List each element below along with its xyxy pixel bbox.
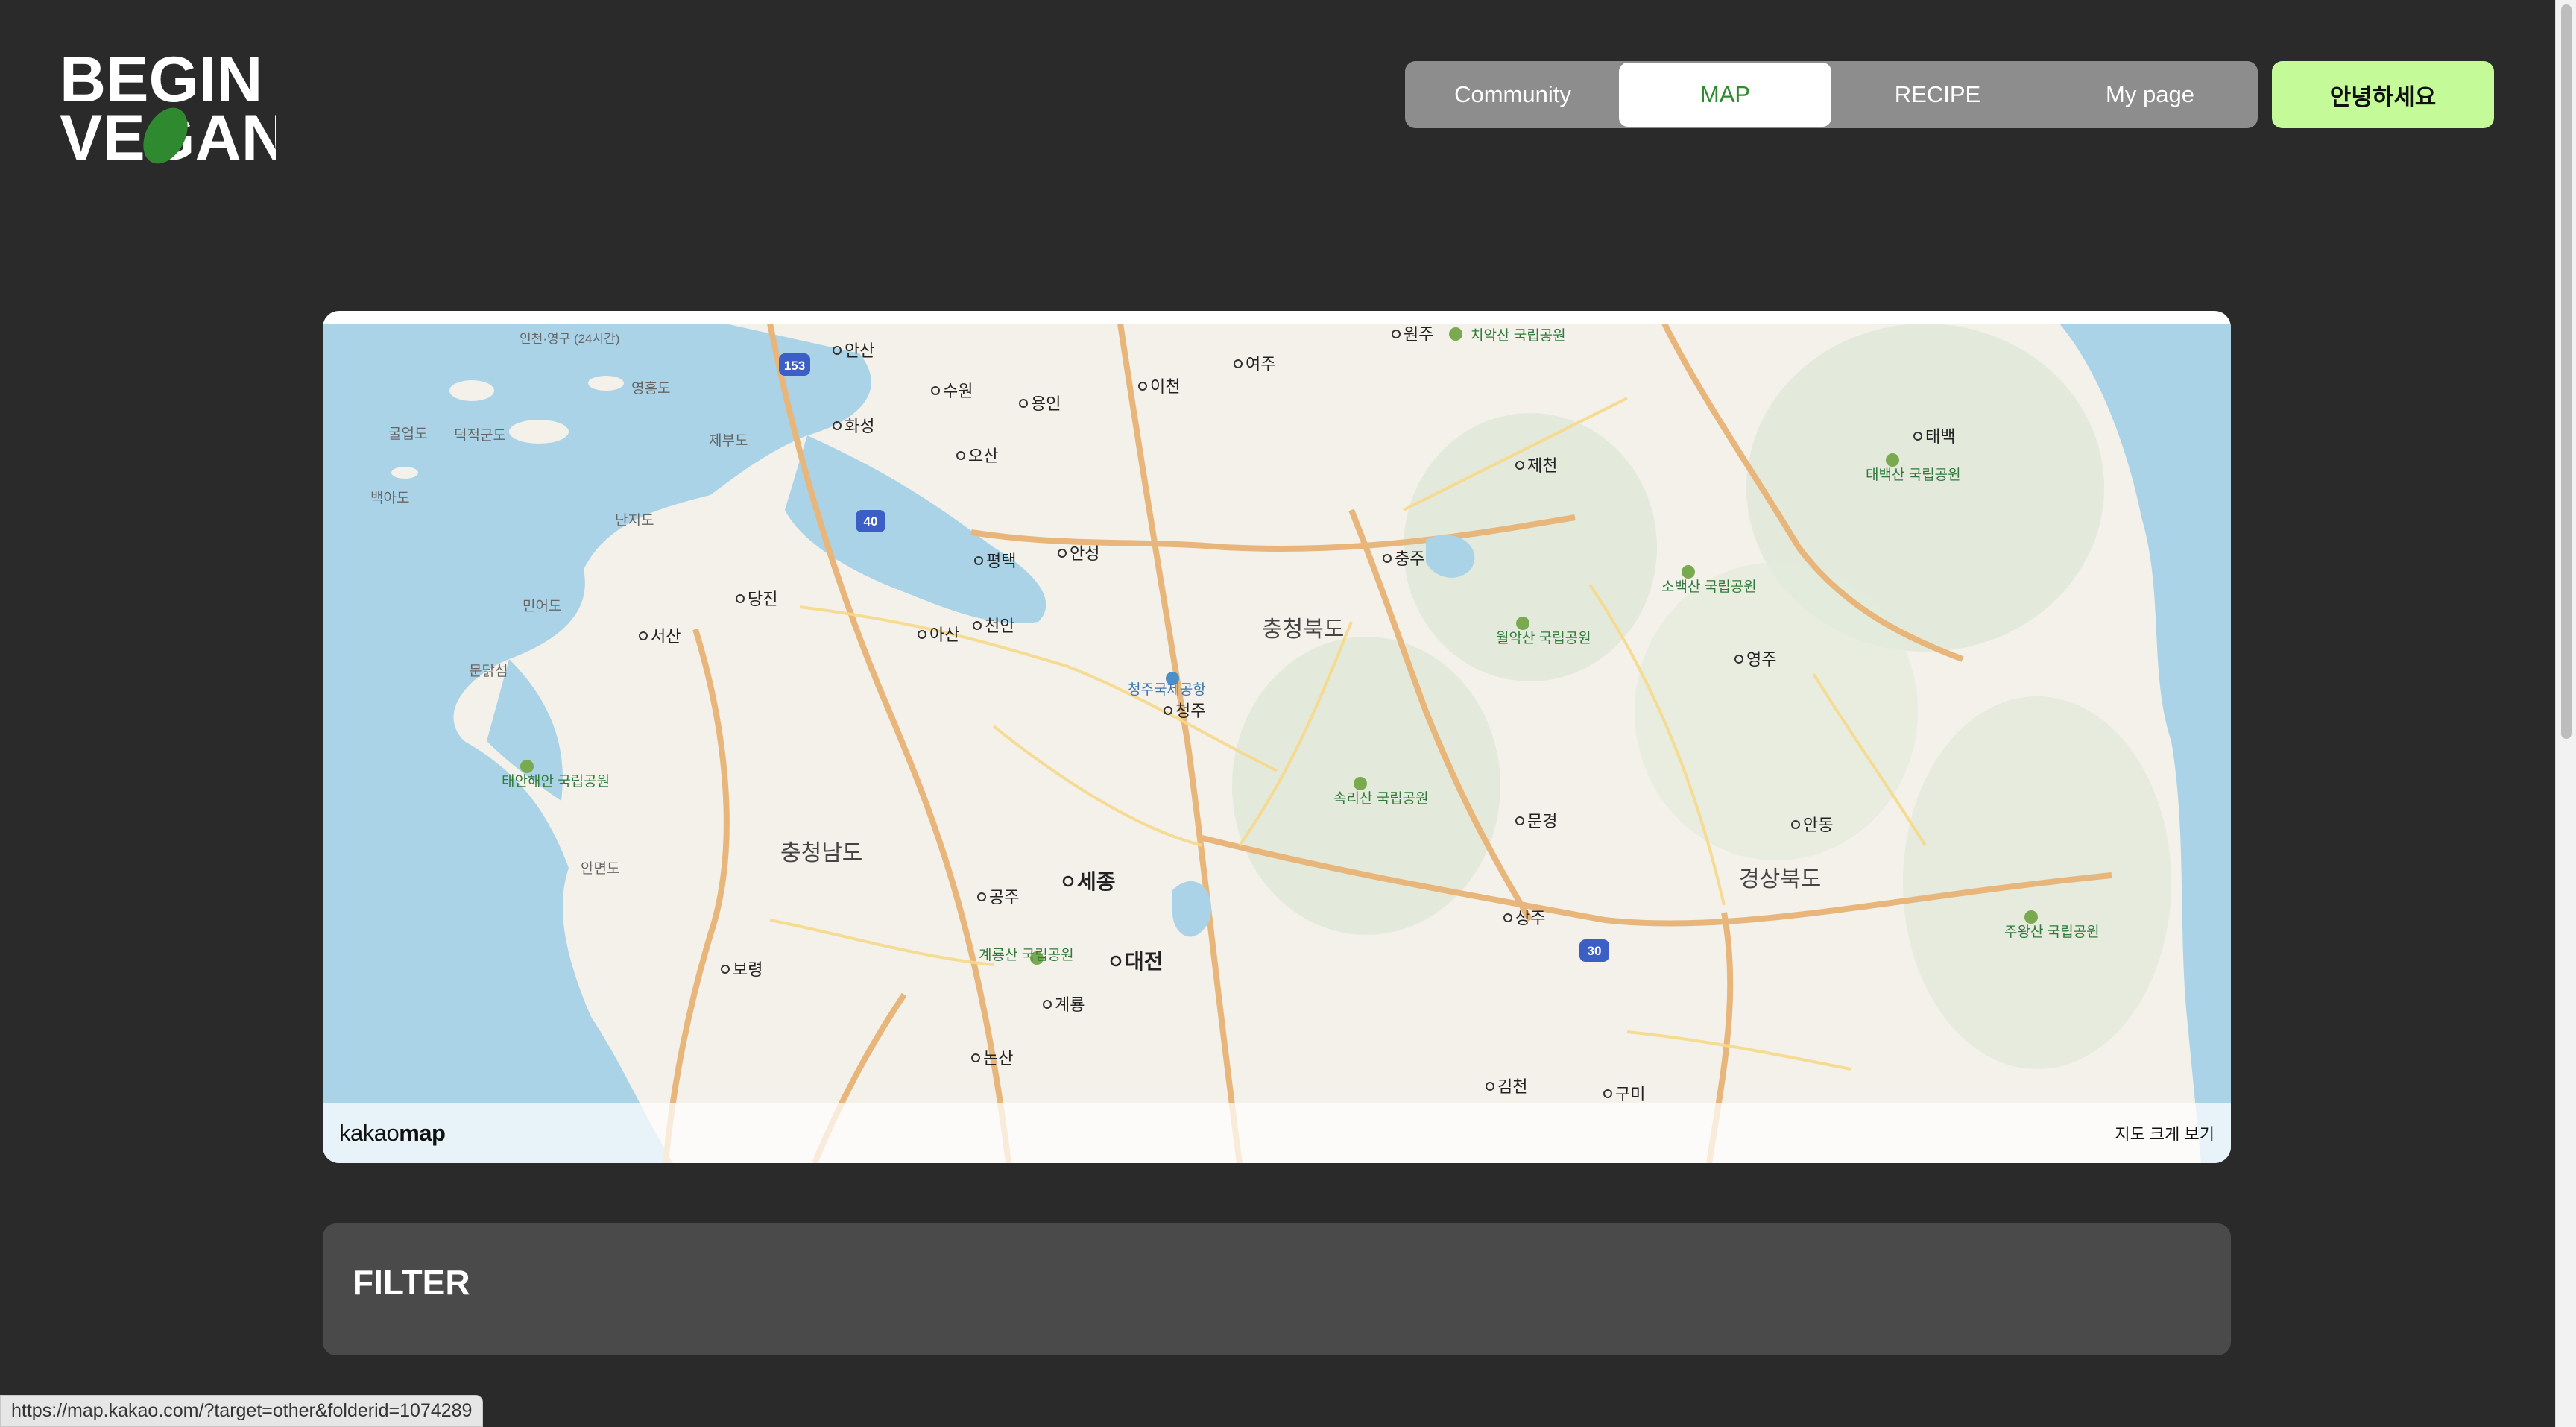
svg-text:여주: 여주 — [1246, 355, 1275, 374]
svg-text:천안: 천안 — [985, 617, 1014, 635]
status-bar-url: https://map.kakao.com/?target=other&fold… — [0, 1395, 484, 1427]
greeting-button[interactable]: 안녕하세요 — [2272, 61, 2494, 128]
svg-text:상주: 상주 — [1515, 909, 1545, 927]
map-footer: kakaomap 지도 크게 보기 — [323, 1103, 2231, 1163]
svg-text:태백: 태백 — [1925, 427, 1955, 446]
svg-text:청주: 청주 — [1175, 702, 1205, 720]
svg-text:굴업도: 굴업도 — [388, 426, 427, 442]
svg-text:구미: 구미 — [1615, 1085, 1645, 1103]
svg-text:공주: 공주 — [989, 888, 1019, 907]
svg-text:당진: 당진 — [748, 590, 777, 608]
svg-text:보령: 보령 — [733, 960, 763, 979]
svg-text:백아도: 백아도 — [370, 490, 409, 506]
svg-text:충주: 충주 — [1395, 549, 1424, 568]
svg-text:속리산 국립공원: 속리산 국립공원 — [1333, 790, 1429, 807]
svg-text:계룡: 계룡 — [1055, 995, 1085, 1014]
svg-text:치악산 국립공원: 치악산 국립공원 — [1471, 327, 1566, 344]
svg-text:이천: 이천 — [1150, 377, 1180, 396]
nav-community[interactable]: Community — [1407, 63, 1619, 127]
svg-text:153: 153 — [784, 359, 805, 373]
svg-text:원주: 원주 — [1404, 325, 1433, 344]
svg-text:화성: 화성 — [845, 417, 874, 435]
svg-text:난지도: 난지도 — [615, 512, 654, 529]
scrollbar-thumb[interactable] — [2561, 4, 2572, 739]
svg-text:안산: 안산 — [845, 341, 874, 360]
svg-text:40: 40 — [864, 514, 878, 529]
filter-panel: FILTER — [323, 1223, 2231, 1355]
svg-text:덕적군도: 덕적군도 — [454, 427, 506, 444]
svg-text:오산: 오산 — [968, 447, 998, 465]
svg-text:용인: 용인 — [1031, 394, 1061, 413]
main-nav: Community MAP RECIPE My page — [1405, 61, 2258, 128]
region-label: 경상북도 — [1739, 867, 1821, 892]
region-label: 충청북도 — [1262, 617, 1344, 642]
svg-text:월악산 국립공원: 월악산 국립공원 — [1496, 630, 1591, 646]
filter-title: FILTER — [353, 1263, 470, 1302]
svg-text:안동: 안동 — [1803, 816, 1833, 834]
kakaomap-logo[interactable]: kakaomap — [339, 1120, 446, 1147]
begin-vegan-logo[interactable]: BEGIN VEGAN — [60, 44, 288, 174]
svg-text:계룡산 국립공원: 계룡산 국립공원 — [979, 947, 1074, 963]
svg-text:대전: 대전 — [1125, 950, 1164, 973]
svg-text:문닭섬: 문닭섬 — [469, 663, 508, 679]
svg-text:안면도: 안면도 — [581, 860, 619, 877]
svg-text:태백산 국립공원: 태백산 국립공원 — [1866, 467, 1961, 483]
nav-my-page[interactable]: My page — [2044, 63, 2256, 127]
svg-text:인천·영구 (24시간): 인천·영구 (24시간) — [520, 332, 619, 346]
nav-recipe[interactable]: RECIPE — [1831, 63, 2044, 127]
svg-text:영주: 영주 — [1746, 650, 1776, 669]
map-expand-link[interactable]: 지도 크게 보기 — [2115, 1121, 2214, 1145]
region-label: 충청남도 — [780, 841, 862, 866]
svg-text:안성: 안성 — [1070, 544, 1099, 563]
svg-text:소백산 국립공원: 소백산 국립공원 — [1661, 579, 1757, 595]
svg-text:아산: 아산 — [929, 626, 959, 644]
svg-text:수원: 수원 — [943, 382, 973, 400]
svg-text:청주국제공항: 청주국제공항 — [1128, 681, 1206, 698]
kakao-map-view[interactable]: 153 40 30 충청북도 충청남도 경상북도 안산 수원 용인 이천 여주 … — [323, 324, 2231, 1163]
nav-map[interactable]: MAP — [1619, 63, 1831, 127]
svg-text:제부도: 제부도 — [709, 432, 748, 449]
svg-text:제천: 제천 — [1527, 456, 1557, 475]
map-card: 153 40 30 충청북도 충청남도 경상북도 안산 수원 용인 이천 여주 … — [323, 311, 2231, 1163]
svg-text:주왕산 국립공원: 주왕산 국립공원 — [2004, 924, 2100, 940]
svg-text:태안해안 국립공원: 태안해안 국립공원 — [502, 773, 610, 790]
svg-text:문경: 문경 — [1527, 812, 1557, 831]
svg-text:영흥도: 영흥도 — [631, 380, 670, 397]
svg-text:세종: 세종 — [1077, 870, 1116, 893]
svg-text:서산: 서산 — [651, 627, 681, 646]
svg-text:민어도: 민어도 — [523, 598, 561, 614]
svg-text:논산: 논산 — [983, 1049, 1013, 1068]
svg-text:30: 30 — [1588, 944, 1602, 958]
svg-text:평택: 평택 — [986, 552, 1016, 570]
svg-text:김천: 김천 — [1497, 1077, 1527, 1096]
